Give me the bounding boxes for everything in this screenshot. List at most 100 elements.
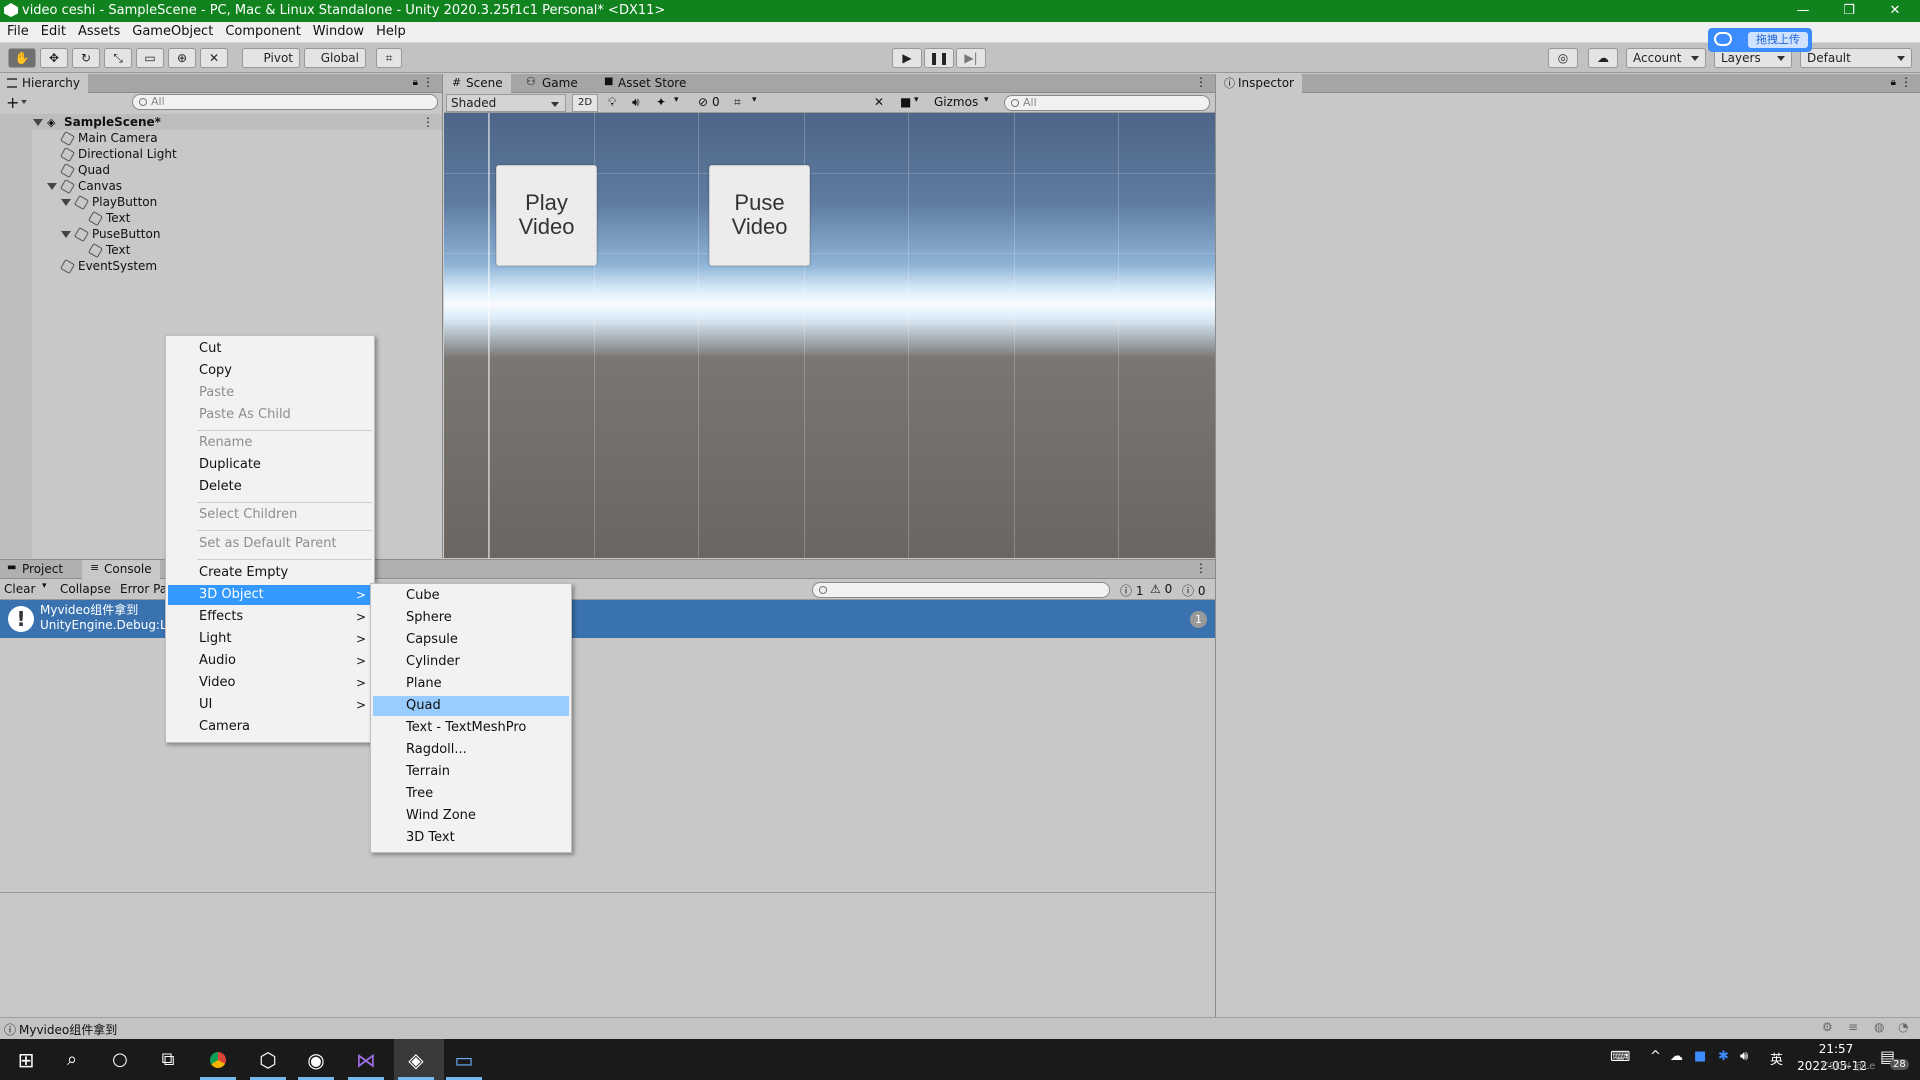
rotate-tool-button[interactable]: ↻: [72, 48, 100, 68]
menu-item-paste-as-child[interactable]: Paste As Child: [168, 405, 372, 425]
mode-2d-toggle[interactable]: 2D: [572, 94, 598, 112]
account-dropdown[interactable]: Account: [1626, 48, 1706, 68]
fold-arrow-icon[interactable]: [61, 199, 71, 206]
move-tool-button[interactable]: ✥: [40, 48, 68, 68]
cloud-button[interactable]: ☁: [1588, 48, 1618, 68]
audio-icon[interactable]: 🔊︎: [632, 95, 640, 110]
fold-arrow-icon[interactable]: [47, 183, 57, 190]
clock-time[interactable]: 21:57: [1806, 1042, 1866, 1056]
play-button[interactable]: ▶: [892, 48, 922, 68]
tab-scene[interactable]: # Scene: [444, 74, 511, 93]
visual-studio-icon[interactable]: ⋈: [352, 1046, 380, 1074]
tab-asset-store[interactable]: ■ Asset Store: [596, 74, 694, 93]
lock-icon[interactable]: 🔒︎: [413, 77, 418, 88]
keyboard-icon[interactable]: ⌨: [1610, 1049, 1630, 1065]
step-button[interactable]: ▶|: [956, 48, 986, 68]
puse-video-ui-button[interactable]: Puse Video: [709, 165, 810, 266]
effects-dropdown-icon[interactable]: ▾: [674, 95, 679, 105]
play-video-ui-button[interactable]: Play Video: [496, 165, 597, 266]
unity-hub-icon[interactable]: ⬡: [254, 1046, 282, 1074]
menu-item-ui[interactable]: UI >: [168, 695, 372, 715]
menu-window[interactable]: Window: [307, 22, 370, 41]
submenu-item-ragdoll[interactable]: Ragdoll...: [373, 740, 569, 760]
volume-icon[interactable]: 🔊︎: [1740, 1049, 1748, 1064]
more-options-icon[interactable]: ⋮: [1900, 75, 1912, 89]
gizmos-button[interactable]: Gizmos: [934, 95, 978, 109]
submenu-item-cube[interactable]: Cube: [373, 586, 569, 606]
menu-item-select-children[interactable]: Select Children: [168, 505, 372, 525]
submenu-item-plane[interactable]: Plane: [373, 674, 569, 694]
minimize-button[interactable]: —: [1780, 0, 1826, 22]
menu-component[interactable]: Component: [219, 22, 306, 41]
fold-arrow-icon[interactable]: [33, 119, 43, 126]
console-splitter[interactable]: [0, 892, 1215, 893]
pivot-toggle[interactable]: Pivot: [242, 48, 300, 68]
submenu-item-terrain[interactable]: Terrain: [373, 762, 569, 782]
scene-options-icon[interactable]: ⋮: [422, 114, 434, 130]
tab-hierarchy[interactable]: Hierarchy: [0, 74, 89, 93]
effects-icon[interactable]: ✦: [656, 95, 666, 109]
error-count-toggle[interactable]: ⓘ 0: [1182, 582, 1205, 599]
scene-row[interactable]: ◈ SampleScene* ⋮: [0, 114, 442, 130]
stack-icon[interactable]: ≡: [1848, 1020, 1858, 1034]
menu-item-paste[interactable]: Paste: [168, 383, 372, 403]
console-search-input[interactable]: [812, 582, 1110, 598]
lighting-icon[interactable]: 💡︎: [608, 95, 616, 110]
chrome-icon[interactable]: [204, 1046, 232, 1074]
baidu-cloud-icon[interactable]: ■: [1694, 1049, 1706, 1064]
grid-snap-button[interactable]: ⌗: [376, 48, 402, 68]
clear-dropdown-icon[interactable]: ▾: [42, 581, 47, 591]
pause-button[interactable]: ❚❚: [924, 48, 954, 68]
scene-search-input[interactable]: All: [1004, 95, 1210, 111]
menu-item-effects[interactable]: Effects >: [168, 607, 372, 627]
submenu-item-wind-zone[interactable]: Wind Zone: [373, 806, 569, 826]
menu-item-rename[interactable]: Rename: [168, 433, 372, 453]
grid-dropdown-icon[interactable]: ▾: [752, 95, 757, 105]
menu-item-delete[interactable]: Delete: [168, 477, 372, 497]
rect-tool-button[interactable]: ▭: [136, 48, 164, 68]
camera-icon[interactable]: ■: [900, 95, 911, 109]
menu-assets[interactable]: Assets: [72, 22, 126, 41]
app-icon[interactable]: ◉: [302, 1046, 330, 1074]
add-dropdown-arrow-icon[interactable]: [21, 100, 27, 107]
remote-desktop-icon[interactable]: ▭: [450, 1046, 478, 1074]
search-icon[interactable]: ⌕: [58, 1046, 86, 1074]
collab-button[interactable]: ◎: [1548, 48, 1578, 68]
log-count-toggle[interactable]: ⓘ 1: [1120, 582, 1143, 599]
more-options-icon[interactable]: ⋮: [1195, 75, 1207, 89]
bug-icon[interactable]: ⚙: [1822, 1020, 1833, 1034]
layout-dropdown[interactable]: Default: [1800, 48, 1912, 68]
menu-item-3d-object[interactable]: 3D Object >: [168, 585, 372, 605]
status-message[interactable]: Myvideo组件拿到: [19, 1021, 117, 1038]
tray-app-icon[interactable]: ☁: [1670, 1049, 1683, 1064]
restore-button[interactable]: ❐: [1826, 0, 1872, 22]
cache-icon[interactable]: ◍: [1874, 1020, 1884, 1034]
camera-dropdown-icon[interactable]: ▾: [914, 95, 919, 105]
submenu-item-tree[interactable]: Tree: [373, 784, 569, 804]
menu-item-copy[interactable]: Copy: [168, 361, 372, 381]
menu-item-camera[interactable]: Camera: [168, 717, 372, 737]
tab-console[interactable]: ≡ Console: [82, 560, 160, 579]
tab-inspector[interactable]: ⓘ Inspector: [1216, 74, 1302, 93]
more-options-icon[interactable]: ⋮: [1195, 561, 1207, 575]
cortana-icon[interactable]: ○: [106, 1046, 134, 1074]
submenu-item-quad[interactable]: Quad: [373, 696, 569, 716]
warning-count-toggle[interactable]: ⚠ 0: [1150, 582, 1172, 596]
unity-editor-icon[interactable]: ◈: [402, 1046, 430, 1074]
clear-button[interactable]: Clear: [4, 582, 35, 596]
tools-icon[interactable]: ✕: [874, 95, 884, 109]
menu-item-cut[interactable]: Cut: [168, 339, 372, 359]
shading-dropdown[interactable]: Shaded: [446, 94, 566, 112]
menu-gameobject[interactable]: GameObject: [126, 22, 219, 41]
scene-viewport[interactable]: Play Video Puse Video: [444, 113, 1215, 558]
grid-toggle-icon[interactable]: ⌗: [734, 95, 741, 110]
lock-icon[interactable]: 🔒︎: [1891, 77, 1896, 88]
menu-file[interactable]: File: [0, 22, 35, 41]
submenu-item-sphere[interactable]: Sphere: [373, 608, 569, 628]
close-button[interactable]: ✕: [1872, 0, 1918, 22]
task-view-icon[interactable]: ⧉: [154, 1046, 182, 1074]
menu-item-duplicate[interactable]: Duplicate: [168, 455, 372, 475]
submenu-item-capsule[interactable]: Capsule: [373, 630, 569, 650]
global-toggle[interactable]: Global: [304, 48, 366, 68]
add-object-button[interactable]: +: [6, 95, 19, 111]
